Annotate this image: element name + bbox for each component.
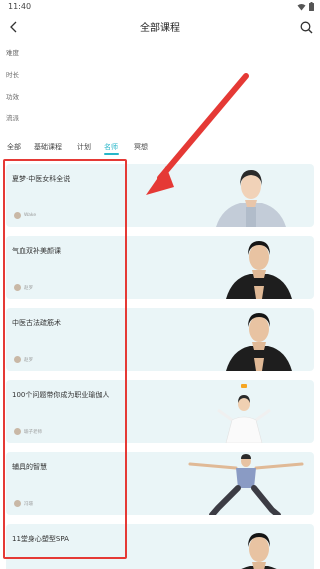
category-tabs: 全部 基础课程 计划 名师 冥想 [0,142,320,158]
tab-plan[interactable]: 计划 [77,142,91,152]
filter-duration[interactable]: 时长 [6,69,19,79]
instructor-photo [226,241,292,299]
tab-all[interactable]: 全部 [7,142,21,152]
instructor-photo [216,170,286,227]
filter-effect[interactable]: 功效 [6,91,19,101]
instructor-photo [217,384,271,443]
tab-masters[interactable]: 名师 [104,142,118,152]
annotation-highlight-box [3,159,127,559]
tab-basic[interactable]: 基础课程 [34,142,62,152]
status-bar: 11:40 [0,0,320,14]
status-icons [297,2,314,11]
header: 全部课程 [0,14,320,40]
instructor-photo [188,454,304,515]
search-button[interactable] [296,17,316,37]
instructor-photo [226,313,292,371]
filter-difficulty[interactable]: 难度 [6,47,19,57]
search-icon [300,21,312,33]
instructor-photo [241,533,277,569]
filter-school[interactable]: 流派 [6,112,19,122]
page-title: 全部课程 [140,23,180,34]
battery-icon [309,2,314,11]
wifi-icon [297,3,306,10]
tab-meditation[interactable]: 冥想 [134,142,148,152]
active-tab-indicator [104,153,119,155]
status-time: 11:40 [8,2,32,11]
